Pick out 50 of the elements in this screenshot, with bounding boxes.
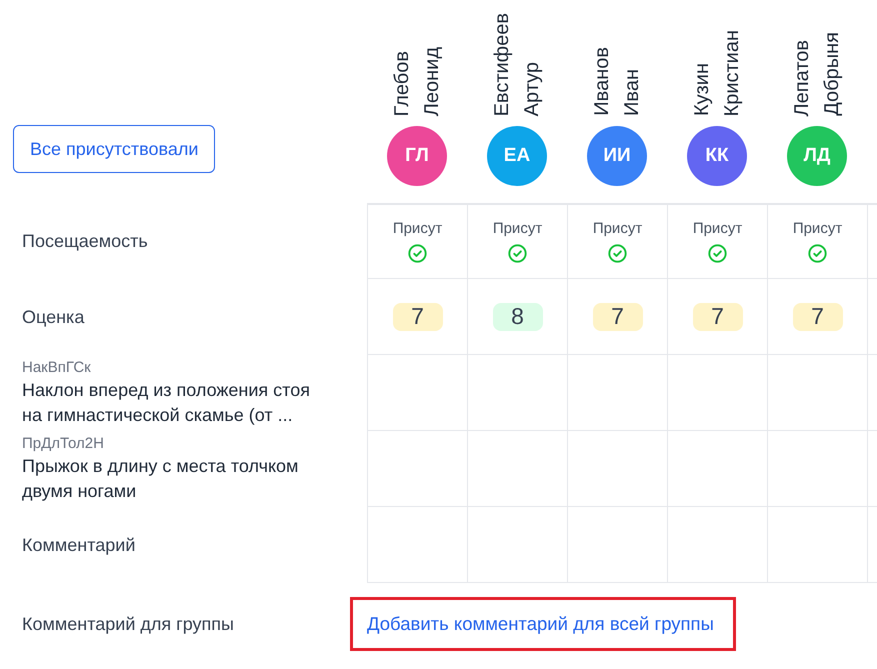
exercise-code: ПрДлТол2Н: [22, 434, 104, 454]
table-cell[interactable]: [567, 355, 667, 431]
table-cell[interactable]: [467, 355, 567, 431]
student-last-name: Глебов: [390, 50, 414, 116]
student-last-name: Кузин: [690, 62, 714, 116]
table-cell[interactable]: [667, 355, 767, 431]
table-cell[interactable]: [767, 355, 867, 431]
avatar: ЛД: [787, 126, 847, 186]
table-cell[interactable]: [767, 507, 867, 583]
table-cell[interactable]: [667, 507, 767, 583]
student-first-name: Добрыня: [820, 32, 844, 116]
table-cell[interactable]: [367, 431, 467, 507]
table-cell[interactable]: [567, 507, 667, 583]
student-last-name: Иванов: [590, 47, 614, 116]
add-group-comment-link[interactable]: Добавить комментарий для всей группы: [367, 613, 714, 635]
attendance-status: Присут: [592, 220, 642, 238]
grade-chip[interactable]: 7: [792, 302, 842, 330]
table-cell[interactable]: [667, 431, 767, 507]
student-last-name: Лепатов: [790, 40, 814, 116]
row-label: Комментарий: [22, 534, 136, 556]
student-first-name: Артур: [520, 62, 544, 116]
table-cell[interactable]: [367, 507, 467, 583]
all-present-button[interactable]: Все присутствовали: [13, 125, 216, 173]
grade-chip[interactable]: 7: [592, 302, 642, 330]
table-cell[interactable]: [467, 507, 567, 583]
exercise-name: Наклон вперед из положения стоя на гимнастической скамье (от ...: [22, 379, 311, 427]
exercise-name: Прыжок в длину с места толчком двумя ногами: [22, 455, 300, 503]
grade-chip[interactable]: 8: [492, 302, 542, 330]
table-cell[interactable]: [567, 431, 667, 507]
row-label: Оценка: [22, 306, 84, 328]
avatar: ГЛ: [387, 126, 447, 186]
avatar: ЕА: [487, 126, 547, 186]
row-label: Посещаемость: [22, 230, 148, 252]
student-first-name: Леонид: [420, 46, 444, 116]
attendance-status: Присут: [492, 220, 542, 238]
student-first-name: Кристиан: [720, 30, 744, 116]
exercise-code: НакВпГСк: [22, 358, 91, 378]
attendance-status: Присут: [792, 220, 842, 238]
attendance-status: Присут: [392, 220, 442, 238]
row-label: Комментарий для группы: [21, 614, 235, 634]
table-cell[interactable]: [767, 431, 867, 507]
avatar: КК: [687, 126, 747, 186]
grade-chip[interactable]: 7: [692, 302, 742, 330]
table-cell[interactable]: [367, 355, 467, 431]
attendance-status: Присут: [692, 220, 742, 238]
grade-chip[interactable]: 7: [392, 302, 442, 330]
student-first-name: Иван: [620, 69, 644, 116]
avatar: ИИ: [587, 126, 647, 186]
student-last-name: Евстифеев: [490, 12, 514, 116]
table-cell[interactable]: [467, 431, 567, 507]
